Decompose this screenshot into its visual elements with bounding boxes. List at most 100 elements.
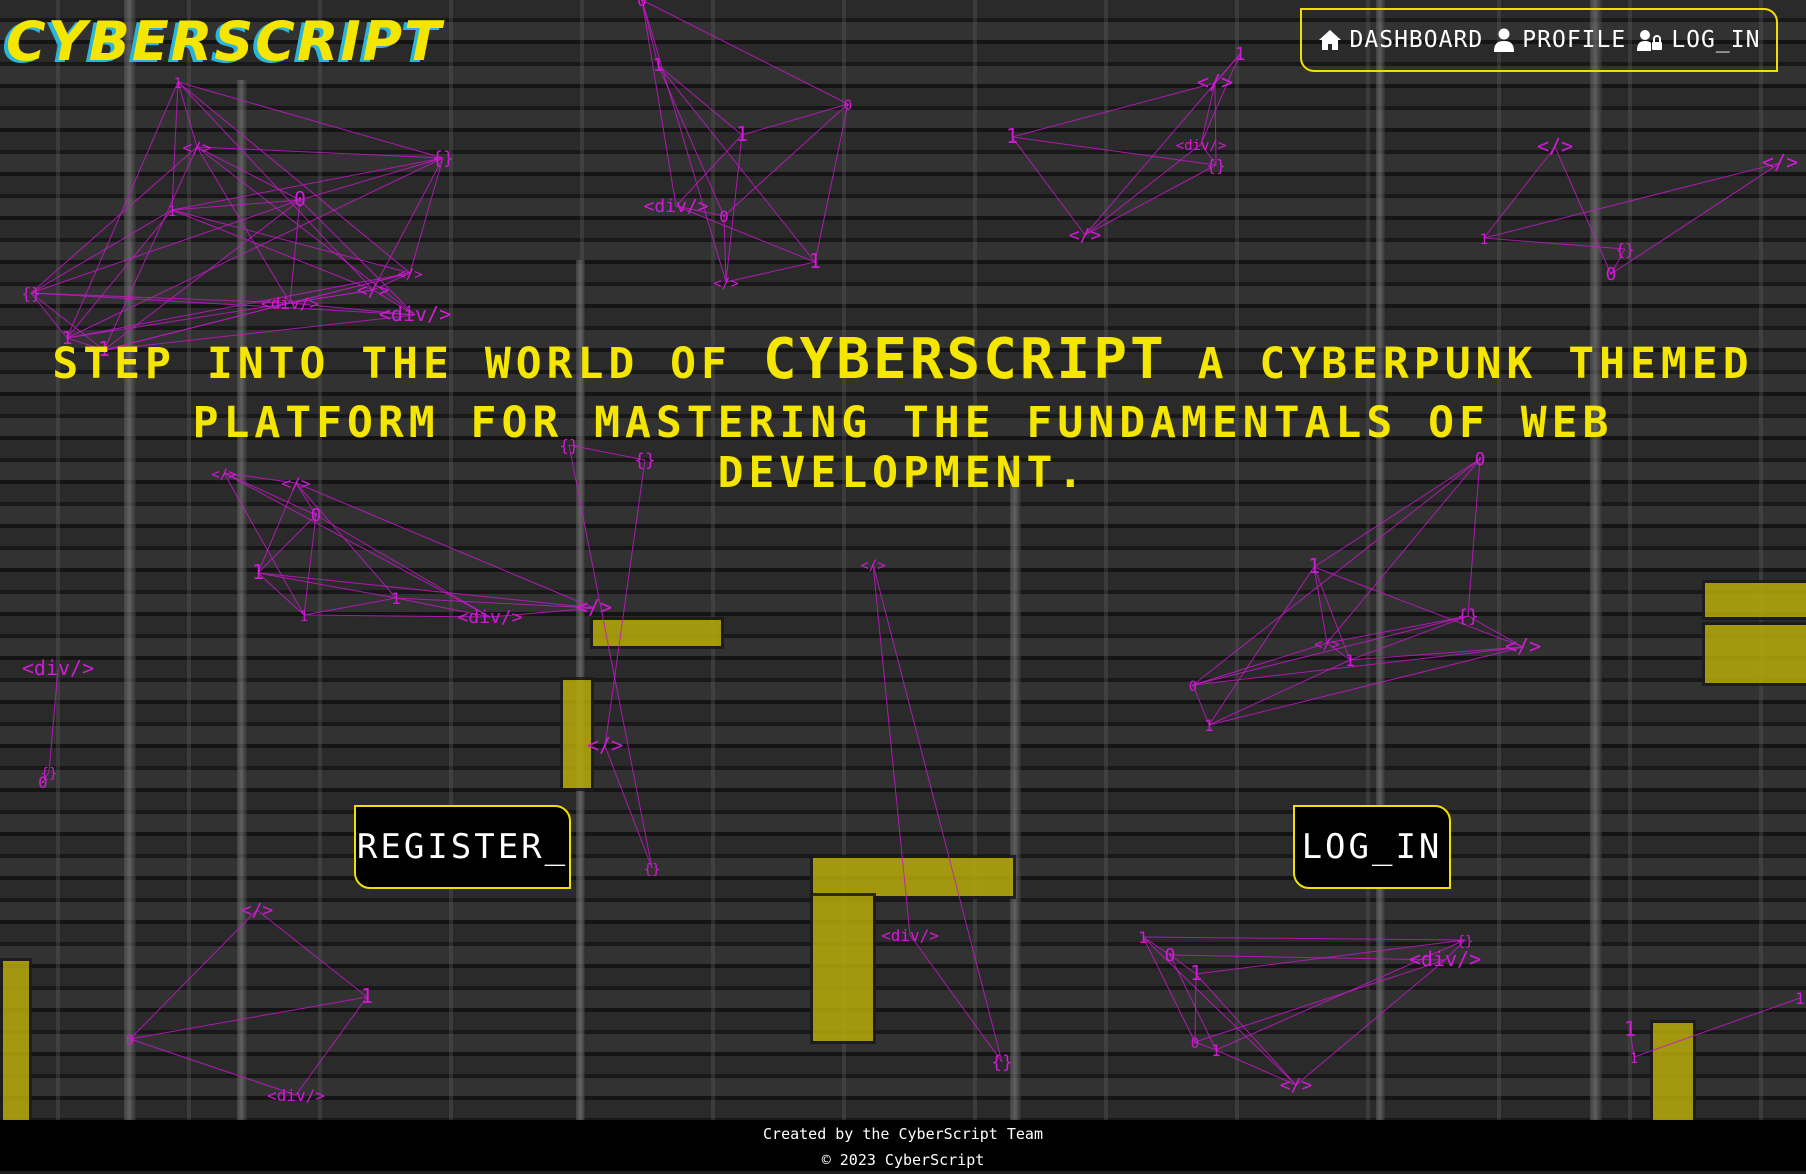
network-glyph: 1 xyxy=(1345,651,1355,670)
network-glyph: 1 xyxy=(252,560,264,584)
network-glyph: 0 xyxy=(294,187,306,211)
network-glyph: </> xyxy=(576,595,612,619)
network-link xyxy=(909,934,1003,1063)
network-link xyxy=(1195,973,1297,1086)
footer-copyright: © 2023 CyberScript xyxy=(821,1151,985,1169)
network-link xyxy=(1192,642,1328,686)
network-glyph: <div/> xyxy=(457,607,522,628)
network-glyph: 0 xyxy=(1191,1036,1199,1052)
network-link xyxy=(1084,164,1217,236)
network-link xyxy=(1011,136,1086,236)
network-glyph: 1 xyxy=(1235,44,1246,65)
network-link xyxy=(1483,237,1626,250)
network-glyph: 1 xyxy=(736,122,748,146)
network-glyph: 0 xyxy=(637,0,647,10)
network-glyph: <div/> xyxy=(881,926,939,945)
network-glyph: <div/> xyxy=(261,294,319,313)
footer-credit: Created by the CyberScript Team xyxy=(763,1125,1043,1143)
network-glyph: </> xyxy=(397,267,422,283)
network-link xyxy=(1633,997,1801,1058)
network-glyph: </> xyxy=(357,280,390,301)
network-link xyxy=(1483,162,1781,239)
network-link xyxy=(657,64,725,217)
network-link xyxy=(257,572,595,609)
network-link xyxy=(1349,615,1469,661)
network-glyph: 0 xyxy=(844,98,852,114)
network-link xyxy=(1295,959,1446,1086)
network-link xyxy=(295,996,368,1096)
network-glyph: 0 xyxy=(38,773,48,792)
network-link xyxy=(725,261,816,283)
network-link xyxy=(303,597,397,616)
hero-line-1: STEP INTO THE WORLD OF CYBERSCRIPT A CYB… xyxy=(0,332,1806,398)
network-link xyxy=(641,0,727,283)
network-glyph: </> xyxy=(1505,634,1541,658)
user-lock-icon xyxy=(1637,30,1663,51)
network-glyph: <div/> xyxy=(22,656,94,680)
nav-profile[interactable]: PROFILE xyxy=(1494,27,1626,53)
network-link xyxy=(814,103,849,263)
network-link xyxy=(1011,82,1216,138)
network-link xyxy=(1313,566,1524,648)
network-link xyxy=(1194,959,1446,1043)
network-glyph: </> xyxy=(1280,1075,1313,1096)
top-nav: DASHBOARD PROFILE LOG_IN xyxy=(1300,8,1778,72)
network-glyph: 0 xyxy=(126,1033,134,1049)
network-glyph: {} xyxy=(432,148,454,169)
network-link xyxy=(872,563,911,936)
network-glyph: </> xyxy=(241,900,274,921)
network-glyph: </> xyxy=(1069,225,1102,246)
network-link xyxy=(1169,954,1446,961)
network-glyph: 1 xyxy=(653,55,664,76)
network-link xyxy=(177,81,444,159)
hero-line-2: PLATFORM FOR MASTERING THE FUNDAMENTALS … xyxy=(192,398,1614,498)
network-glyph: 1 xyxy=(1795,989,1805,1008)
network-link xyxy=(257,572,305,616)
nav-dashboard-label: DASHBOARD xyxy=(1349,27,1484,53)
network-link xyxy=(1200,53,1241,145)
network-link xyxy=(30,292,291,304)
register-button[interactable]: REGISTER_ xyxy=(354,805,571,889)
network-link xyxy=(568,444,653,869)
network-glyph: </> xyxy=(713,276,738,292)
login-button[interactable]: LOG_IN xyxy=(1293,805,1451,889)
network-link xyxy=(196,146,444,159)
network-link xyxy=(741,103,849,136)
network-link xyxy=(657,64,743,136)
network-glyph: 1 xyxy=(1006,124,1018,148)
network-link xyxy=(1192,646,1524,686)
network-link xyxy=(295,482,397,599)
network-link xyxy=(723,103,849,217)
network-glyph: 1 xyxy=(168,204,176,220)
network-link xyxy=(604,745,653,869)
network-glyph: 1 xyxy=(1190,961,1202,985)
network-link xyxy=(177,81,374,291)
site-logo[interactable]: CYBERSCRIPT xyxy=(6,10,443,73)
network-link xyxy=(171,199,301,211)
network-glyph: {} xyxy=(991,1052,1013,1073)
network-link xyxy=(30,146,198,294)
network-glyph: 1 xyxy=(1480,232,1488,248)
nav-dashboard[interactable]: DASHBOARD xyxy=(1318,27,1484,53)
network-link xyxy=(171,209,374,291)
network-glyph: </> xyxy=(1537,134,1573,158)
network-link xyxy=(299,157,444,201)
network-glyph: 1 xyxy=(1308,554,1320,578)
network-glyph: </> xyxy=(860,558,885,574)
network-link xyxy=(641,0,849,105)
network-glyph: </> xyxy=(587,733,623,757)
network-glyph: 1 xyxy=(809,249,821,273)
network-link xyxy=(295,482,595,609)
network-glyph: {} xyxy=(644,862,661,878)
nav-login[interactable]: LOG_IN xyxy=(1637,27,1760,53)
network-link xyxy=(1610,162,1781,275)
hero-line-1-post: A CYBERPUNK THEMED xyxy=(1166,339,1754,389)
network-link xyxy=(1554,146,1612,275)
network-glyph: </> xyxy=(1314,637,1339,653)
network-glyph: <div/> xyxy=(267,1086,325,1105)
network-glyph: {} xyxy=(1615,240,1634,259)
network-glyph: {} xyxy=(1457,934,1474,950)
network-glyph: 1 xyxy=(1138,928,1148,947)
network-glyph: <div/> xyxy=(1176,138,1227,154)
network-glyph: 0 xyxy=(1189,679,1197,695)
